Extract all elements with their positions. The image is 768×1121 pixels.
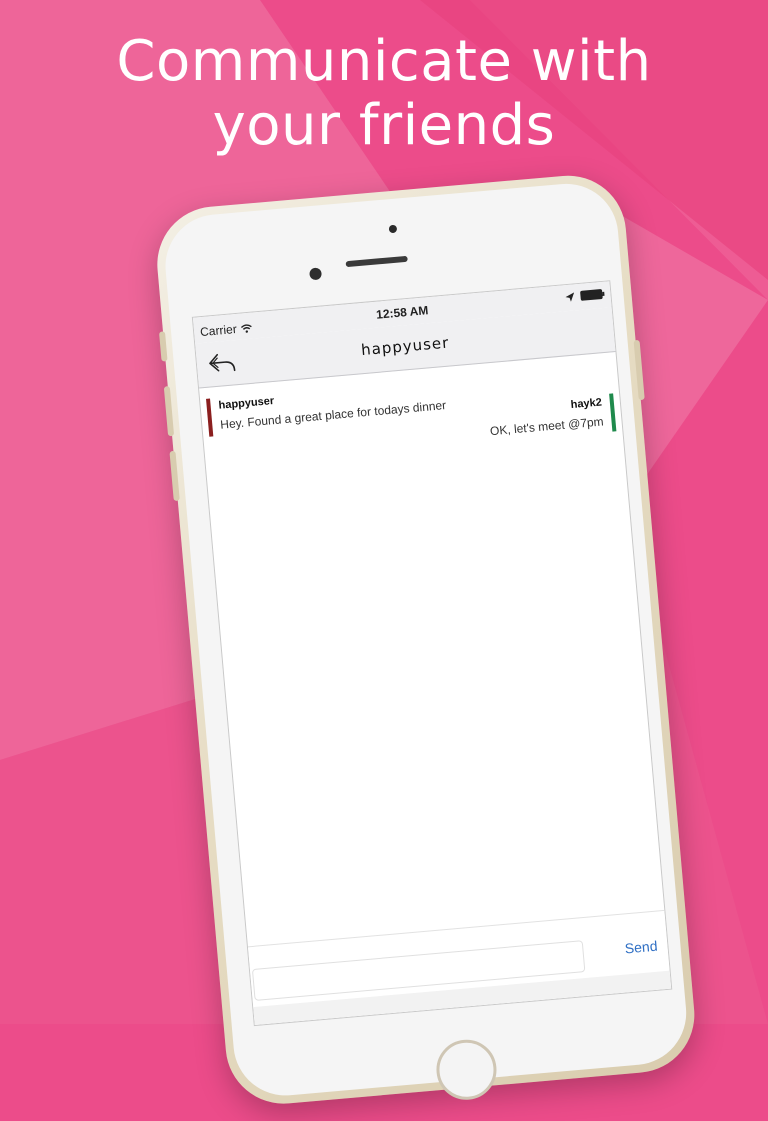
app-screen: Carrier 12:58 AM happyuser happyuser Hey… (191, 280, 673, 1027)
front-camera-icon (309, 267, 323, 281)
power-button (633, 339, 645, 401)
phone-face: Carrier 12:58 AM happyuser happyuser Hey… (161, 179, 691, 1103)
phone-mockup: Carrier 12:58 AM happyuser happyuser Hey… (152, 170, 700, 1109)
battery-icon (580, 288, 603, 301)
send-button[interactable]: Send (624, 938, 658, 957)
earpiece-speaker (345, 255, 408, 268)
message-outgoing: hayk2 OK, let's meet @7pm (487, 393, 617, 443)
headline-line-1: Communicate with (116, 29, 652, 94)
message-incoming: happyuser Hey. Found a great place for t… (206, 378, 448, 437)
message-composer: Send (247, 909, 672, 1026)
mute-switch (158, 331, 168, 362)
home-button[interactable] (433, 1037, 499, 1103)
volume-down-button (169, 450, 180, 502)
headline: Communicate with your friends (0, 30, 768, 158)
proximity-sensor (388, 224, 398, 234)
message-text: OK, let's meet @7pm (489, 414, 605, 439)
location-arrow-icon (565, 291, 575, 302)
headline-line-2: your friends (212, 93, 556, 158)
volume-up-button (163, 386, 175, 437)
phone-body: Carrier 12:58 AM happyuser happyuser Hey… (152, 170, 700, 1109)
